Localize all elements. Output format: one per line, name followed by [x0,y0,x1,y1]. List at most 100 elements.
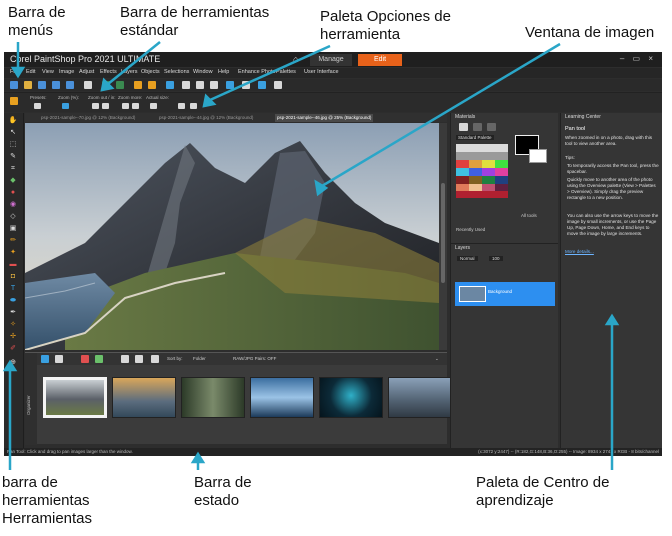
pick-tool-button[interactable]: ↖ [8,129,18,137]
more-details-link[interactable]: More details... [565,249,594,254]
grid-icon[interactable] [182,81,190,89]
background-color[interactable] [529,149,547,163]
menu-effects[interactable]: Effects [100,69,117,75]
home-icon[interactable]: ⌂ [293,54,298,64]
pan-tool-icon[interactable] [10,97,18,105]
undo-icon[interactable] [102,81,110,89]
fit-window-icon[interactable] [178,103,185,109]
add-tool-icon[interactable]: ⊕ [8,359,18,367]
thumbnail-3[interactable] [181,377,245,418]
zoom-value-icon[interactable] [62,103,69,109]
picture-tube-button[interactable]: ✐ [8,345,18,353]
tag-icon[interactable] [95,355,103,363]
thumbnail-1[interactable] [43,377,107,418]
text-tool-button[interactable]: T [8,285,18,293]
menu-help[interactable]: Help [218,69,229,75]
menu-selections[interactable]: Selections [164,69,189,75]
history-icon[interactable] [148,81,156,89]
rainbow-icon[interactable] [473,123,482,131]
straighten-tool-button[interactable]: ◆ [8,177,18,185]
warp-brush-button[interactable]: ✧ [8,321,18,329]
selection-tool-button[interactable]: ⬚ [8,141,18,149]
all-tools-checkbox[interactable]: All tools [521,213,537,218]
clone-tool-button[interactable]: ◇ [8,213,18,221]
menu-view[interactable]: View [42,69,54,75]
red-eye-tool-button[interactable]: ● [8,189,18,197]
actual-size-icon[interactable] [150,103,157,109]
palette-select[interactable]: Standard Palette [456,135,494,140]
doc-tab-1[interactable]: psp-2021-sample--70.jpg @ 12% (Backgroun… [39,114,137,122]
doc-tab-3[interactable]: psp-2021-sample--46.jpg @ 25% (Backgroun… [275,114,374,122]
swatch-grid[interactable] [456,144,508,198]
pen-tool-button[interactable]: ✒ [8,309,18,317]
airbrush-button[interactable]: ✦ [8,249,18,257]
paint-brush-button[interactable]: ✏ [8,237,18,245]
open-icon[interactable] [24,81,32,89]
scrollbar-thumb[interactable] [441,183,445,283]
menu-palettes[interactable]: Palettes [276,69,296,75]
edit-icon[interactable] [81,355,89,363]
pan-tool-button[interactable]: ✋ [8,117,18,125]
frame-icon[interactable] [459,123,468,131]
preset-dropdown-icon[interactable] [34,103,41,109]
shape-tool-button[interactable]: ⬬ [8,297,18,305]
makeover-tool-button[interactable]: ◉ [8,201,18,209]
sort-by-select[interactable]: Folder [193,356,206,361]
zoom-icon[interactable] [226,81,234,89]
workspace-icon[interactable] [258,81,266,89]
rotate-left-icon[interactable] [121,355,129,363]
more-icon[interactable] [274,81,282,89]
dropper-tool-button[interactable]: ✎ [8,153,18,161]
save-for-office-icon[interactable] [66,81,74,89]
thumbnail-4[interactable] [250,377,314,418]
blend-mode-select[interactable]: Normal [457,256,478,261]
menu-file[interactable]: File [10,69,19,75]
view-icon[interactable] [55,355,63,363]
rotate-right-icon[interactable] [135,355,143,363]
menu-layers[interactable]: Layers [121,69,138,75]
fill-tool-button[interactable]: ◘ [8,273,18,281]
zoom-more-in-icon[interactable] [132,103,139,109]
raw-pairs-select[interactable]: RAW/JPG Pairs: OFF [233,356,276,361]
undo-all-icon[interactable] [134,81,142,89]
settings-icon[interactable] [242,81,250,89]
menu-edit[interactable]: Edit [26,69,35,75]
thumbnail-6[interactable] [388,377,452,418]
fit-image-icon[interactable] [190,103,197,109]
menu-enhance-photo[interactable]: Enhance Photo [238,69,276,75]
mesh-warp-button[interactable]: ✢ [8,333,18,341]
thumbnail-2[interactable] [112,377,176,418]
crop-tool-button[interactable]: ⌗ [8,165,18,173]
tab-manage[interactable]: Manage [310,54,352,66]
new-icon[interactable] [10,81,18,89]
zoom-more-out-icon[interactable] [122,103,129,109]
opacity-field[interactable]: 100 [489,256,503,261]
info-organizer-icon[interactable] [151,355,159,363]
eraser-button[interactable]: ▬ [8,261,18,269]
menu-objects[interactable]: Objects [141,69,160,75]
browse-icon[interactable] [41,355,49,363]
menu-user-interface[interactable]: User Interface [304,69,339,75]
layers-icon[interactable] [196,81,204,89]
print-icon[interactable] [84,81,92,89]
menu-adjust[interactable]: Adjust [79,69,94,75]
save-icon[interactable] [38,81,46,89]
menu-image[interactable]: Image [59,69,74,75]
window-controls[interactable]: – ▭ × [620,54,656,63]
menu-window[interactable]: Window [193,69,213,75]
scratch-remover-button[interactable]: ▣ [8,225,18,233]
tab-edit[interactable]: Edit [358,54,402,66]
doc-tab-2[interactable]: psp-2021-sample--44.jpg @ 12% (Backgroun… [157,114,255,122]
save-as-icon[interactable] [52,81,60,89]
crop-icon[interactable] [210,81,218,89]
zoom-out-icon[interactable] [92,103,99,109]
redo-icon[interactable] [116,81,124,89]
organizer-collapse-icon[interactable]: ⌄ [435,356,439,362]
info-icon[interactable] [166,81,174,89]
zoom-in-icon[interactable] [102,103,109,109]
image-scrollbar[interactable] [439,123,447,350]
thumbnail-5[interactable] [319,377,383,418]
image-window[interactable] [25,123,439,350]
layer-row-background[interactable]: Background [455,282,555,306]
swatches-icon[interactable] [487,123,496,131]
